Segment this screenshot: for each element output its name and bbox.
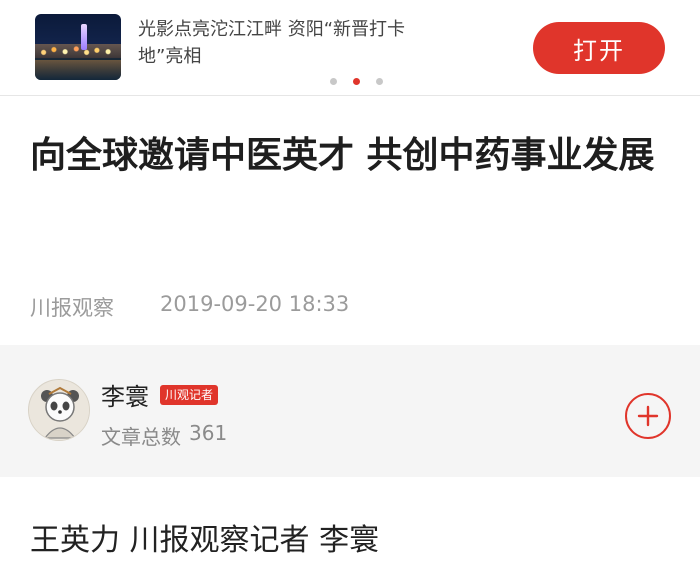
author-stats-value: 361	[189, 421, 228, 445]
banner-headline[interactable]: 光影点亮沱江江畔 资阳“新晋打卡地”亮相	[138, 16, 448, 70]
author-name[interactable]: 李寰	[101, 377, 149, 412]
river-reflection-decoration	[35, 60, 121, 80]
banner-thumbnail-image[interactable]	[35, 14, 121, 80]
carousel-indicator	[330, 78, 386, 86]
author-card[interactable]: 李寰 川观记者 文章总数 361	[0, 345, 700, 477]
author-article-count: 文章总数 361	[101, 421, 227, 450]
open-app-button[interactable]: 打开	[533, 22, 665, 74]
follow-button[interactable]	[625, 393, 671, 439]
article-source[interactable]: 川报观察	[30, 292, 114, 322]
article-title: 向全球邀请中医英才 共创中药事业发展	[30, 135, 655, 176]
avatar[interactable]	[28, 379, 90, 441]
author-stats-label: 文章总数	[101, 425, 181, 449]
article-meta: 川报观察 2019-09-20 18:33	[30, 292, 349, 322]
panda-avatar-icon	[29, 380, 89, 440]
tower-decoration	[81, 24, 87, 50]
article-byline: 王英力 川报观察记者 李寰	[30, 523, 380, 558]
city-lights-decoration	[35, 44, 121, 58]
carousel-dot[interactable]	[376, 78, 383, 85]
carousel-dot[interactable]	[330, 78, 337, 85]
app-download-banner[interactable]: 光影点亮沱江江畔 资阳“新晋打卡地”亮相 打开	[0, 0, 700, 96]
carousel-dot-active[interactable]	[353, 78, 360, 85]
article-datetime: 2019-09-20 18:33	[160, 292, 350, 316]
plus-icon	[637, 405, 659, 427]
author-badge: 川观记者	[160, 385, 219, 405]
